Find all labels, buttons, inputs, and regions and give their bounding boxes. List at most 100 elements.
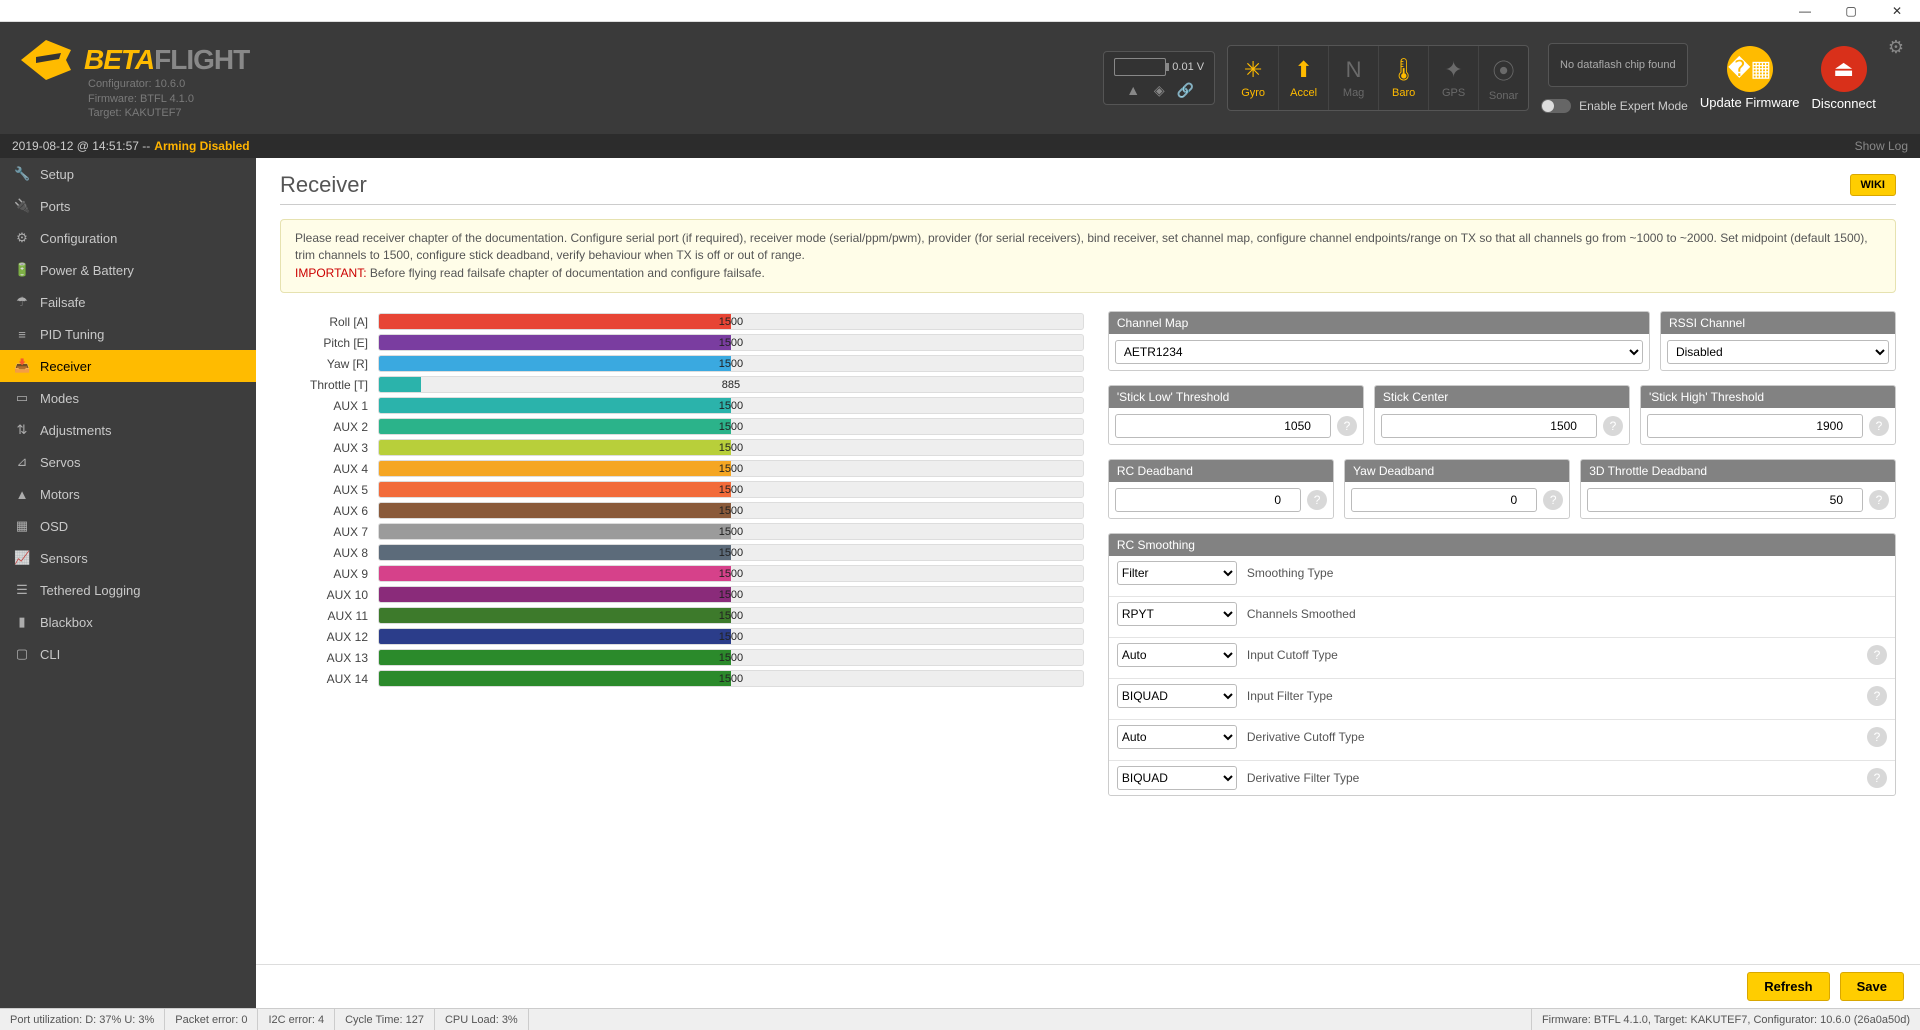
channel-value: 1500 bbox=[719, 505, 743, 517]
sidebar-item-motors[interactable]: ▲Motors bbox=[0, 478, 256, 510]
sidebar-item-configuration[interactable]: ⚙Configuration bbox=[0, 222, 256, 254]
disconnect-button[interactable]: ⏏ Disconnect bbox=[1812, 46, 1876, 111]
help-icon[interactable]: ? bbox=[1337, 416, 1357, 436]
channel-value: 1500 bbox=[719, 463, 743, 475]
3d-throttle-deadband-panel: 3D Throttle Deadband ? bbox=[1580, 459, 1896, 519]
smoothing-select[interactable]: Auto bbox=[1117, 643, 1237, 667]
sidebar-item-servos[interactable]: ⊿Servos bbox=[0, 446, 256, 478]
sidebar-item-cli[interactable]: ▢CLI bbox=[0, 638, 256, 670]
rssi-channel-select[interactable]: Disabled bbox=[1667, 340, 1889, 364]
refresh-button[interactable]: Refresh bbox=[1747, 972, 1829, 1001]
rssi-channel-panel: RSSI Channel Disabled bbox=[1660, 311, 1896, 371]
sensor-mag: NMag bbox=[1328, 46, 1378, 110]
stick-center-panel: Stick Center ? bbox=[1374, 385, 1630, 445]
help-icon[interactable]: ? bbox=[1603, 416, 1623, 436]
smoothing-row: AutoInput Cutoff Type? bbox=[1109, 637, 1895, 672]
help-icon[interactable]: ? bbox=[1867, 768, 1887, 788]
sidebar-item-pid-tuning[interactable]: ≡PID Tuning bbox=[0, 318, 256, 350]
sensor-icon: ⦿ bbox=[1493, 54, 1515, 86]
sidebar-icon: ▢ bbox=[14, 646, 30, 662]
help-icon[interactable]: ? bbox=[1869, 490, 1889, 510]
stick-center-input[interactable] bbox=[1381, 414, 1597, 438]
channel-bar: 1500 bbox=[378, 628, 1084, 645]
smoothing-select[interactable]: Auto bbox=[1117, 725, 1237, 749]
window-maximize[interactable]: ▢ bbox=[1828, 0, 1874, 22]
sidebar-item-label: Ports bbox=[40, 199, 70, 214]
sensors-panel: ✳Gyro⬆AccelNMag🌡Baro✦GPS⦿Sonar bbox=[1227, 45, 1529, 111]
help-icon[interactable]: ? bbox=[1867, 727, 1887, 747]
sensor-accel: ⬆Accel bbox=[1278, 46, 1328, 110]
sidebar-item-tethered-logging[interactable]: ☰Tethered Logging bbox=[0, 574, 256, 606]
channel-row: AUX 31500 bbox=[280, 437, 1084, 458]
stick-high-input[interactable] bbox=[1647, 414, 1863, 438]
channel-bar: 1500 bbox=[378, 502, 1084, 519]
firmware-version: Firmware: BTFL 4.1.0 bbox=[88, 92, 249, 107]
sidebar-item-blackbox[interactable]: ▮Blackbox bbox=[0, 606, 256, 638]
sidebar-item-receiver[interactable]: 📥Receiver bbox=[0, 350, 256, 382]
sidebar-icon: 🔋 bbox=[14, 262, 30, 278]
smoothing-label: Derivative Cutoff Type bbox=[1247, 730, 1365, 744]
channel-map-select[interactable]: AETR1234 bbox=[1115, 340, 1643, 364]
smoothing-row: BIQUADInput Filter Type? bbox=[1109, 678, 1895, 713]
save-button[interactable]: Save bbox=[1840, 972, 1904, 1001]
3d-throttle-deadband-input[interactable] bbox=[1587, 488, 1863, 512]
channel-row: Roll [A]1500 bbox=[280, 311, 1084, 332]
toggle-icon[interactable] bbox=[1541, 99, 1571, 113]
sensor-sonar: ⦿Sonar bbox=[1478, 46, 1528, 110]
stick-low-input[interactable] bbox=[1115, 414, 1331, 438]
sidebar-icon: ⇅ bbox=[14, 422, 30, 438]
sidebar-item-osd[interactable]: ▦OSD bbox=[0, 510, 256, 542]
sidebar-item-sensors[interactable]: 📈Sensors bbox=[0, 542, 256, 574]
smoothing-select[interactable]: RPYT bbox=[1117, 602, 1237, 626]
sidebar-item-failsafe[interactable]: ☂Failsafe bbox=[0, 286, 256, 318]
settings-gear-icon[interactable]: ⚙ bbox=[1888, 37, 1904, 58]
smoothing-select[interactable]: BIQUAD bbox=[1117, 766, 1237, 790]
channel-label: AUX 1 bbox=[280, 399, 368, 413]
help-icon[interactable]: ? bbox=[1307, 490, 1327, 510]
sensor-gps: ✦GPS bbox=[1428, 46, 1478, 110]
channel-bar: 1500 bbox=[378, 460, 1084, 477]
channel-value: 1500 bbox=[719, 610, 743, 622]
window-close[interactable]: ✕ bbox=[1874, 0, 1920, 22]
rc-deadband-input[interactable] bbox=[1115, 488, 1301, 512]
channel-row: AUX 41500 bbox=[280, 458, 1084, 479]
channel-value: 1500 bbox=[719, 337, 743, 349]
help-icon[interactable]: ? bbox=[1869, 416, 1889, 436]
smoothing-row: Auto Derivative Cutoff Type? bbox=[1109, 719, 1895, 754]
channel-value: 1500 bbox=[719, 442, 743, 454]
expert-mode-toggle[interactable]: Enable Expert Mode bbox=[1541, 99, 1688, 113]
stick-high-panel: 'Stick High' Threshold ? bbox=[1640, 385, 1896, 445]
update-firmware-button[interactable]: �▦ Update Firmware bbox=[1700, 46, 1800, 110]
show-log-link[interactable]: Show Log bbox=[1855, 139, 1908, 153]
sidebar-item-adjustments[interactable]: ⇅Adjustments bbox=[0, 414, 256, 446]
sidebar-item-label: Configuration bbox=[40, 231, 117, 246]
sidebar-item-modes[interactable]: ▭Modes bbox=[0, 382, 256, 414]
help-icon[interactable]: ? bbox=[1867, 645, 1887, 665]
sidebar-item-label: Blackbox bbox=[40, 615, 93, 630]
channel-label: AUX 11 bbox=[280, 609, 368, 623]
yaw-deadband-input[interactable] bbox=[1351, 488, 1537, 512]
window-minimize[interactable]: — bbox=[1782, 0, 1828, 22]
sidebar-item-setup[interactable]: 🔧Setup bbox=[0, 158, 256, 190]
bee-logo-icon bbox=[16, 35, 76, 85]
channel-label: AUX 2 bbox=[280, 420, 368, 434]
parachute-icon: ◈ bbox=[1151, 82, 1167, 98]
sidebar-item-ports[interactable]: 🔌Ports bbox=[0, 190, 256, 222]
channel-label: AUX 13 bbox=[280, 651, 368, 665]
sidebar-icon: ≡ bbox=[14, 327, 30, 342]
channel-row: AUX 71500 bbox=[280, 521, 1084, 542]
channel-map-panel: Channel Map AETR1234 bbox=[1108, 311, 1650, 371]
footer-buttons: Refresh Save bbox=[256, 964, 1920, 1008]
help-icon[interactable]: ? bbox=[1543, 490, 1563, 510]
sidebar-icon: 📥 bbox=[14, 358, 30, 374]
smoothing-select[interactable]: Filter bbox=[1117, 561, 1237, 585]
smoothing-select[interactable]: BIQUAD bbox=[1117, 684, 1237, 708]
channel-row: Yaw [R]1500 bbox=[280, 353, 1084, 374]
wiki-button[interactable]: WIKI bbox=[1850, 174, 1896, 196]
sidebar-item-power-battery[interactable]: 🔋Power & Battery bbox=[0, 254, 256, 286]
channel-row: AUX 91500 bbox=[280, 563, 1084, 584]
help-icon[interactable]: ? bbox=[1867, 686, 1887, 706]
channel-row: AUX 131500 bbox=[280, 647, 1084, 668]
sensor-baro: 🌡Baro bbox=[1378, 46, 1428, 110]
sidebar-icon: ☂ bbox=[14, 294, 30, 310]
